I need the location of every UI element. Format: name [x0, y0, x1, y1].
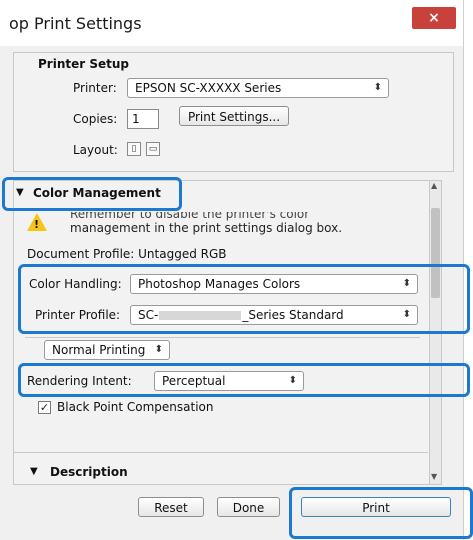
scroll-down-icon[interactable]: ▼: [431, 472, 437, 481]
window-title: op Print Settings: [9, 14, 142, 33]
black-point-compensation-label[interactable]: Black Point Compensation: [57, 400, 214, 414]
rendering-intent-highlight: [18, 363, 470, 397]
warning-mark: !: [34, 218, 40, 231]
printer-select-value: EPSON SC-XXXXX Series: [135, 81, 282, 95]
divider: [14, 452, 428, 453]
done-button[interactable]: Done: [217, 497, 280, 517]
printer-label: Printer:: [73, 81, 117, 95]
divider: [25, 337, 420, 338]
close-button[interactable]: ×: [412, 7, 456, 29]
scroll-up-icon[interactable]: ▲: [431, 181, 437, 190]
updown-arrows-icon: ⬍: [154, 344, 163, 355]
warning-line-2: management in the print settings dialog …: [70, 221, 343, 235]
landscape-layout-icon[interactable]: ▭: [146, 142, 160, 156]
printing-mode-select[interactable]: Normal Printing ⬍: [44, 340, 170, 360]
layout-label: Layout:: [73, 143, 118, 157]
close-icon: ×: [428, 10, 440, 26]
triangle-down-icon[interactable]: ▼: [30, 466, 38, 477]
printer-select[interactable]: EPSON SC-XXXXX Series ⬍: [127, 78, 389, 98]
reset-button[interactable]: Reset: [138, 497, 204, 517]
description-heading[interactable]: Description: [50, 465, 128, 479]
color-handling-highlight: [18, 264, 470, 334]
portrait-layout-icon[interactable]: ▯: [127, 142, 141, 156]
print-settings-button[interactable]: Print Settings...: [179, 106, 289, 126]
copies-label: Copies:: [73, 112, 118, 126]
checkbox-checked-icon[interactable]: ✓: [38, 401, 51, 414]
updown-arrows-icon: ⬍: [373, 82, 382, 93]
print-button-highlight: [289, 487, 473, 539]
color-management-highlight: [2, 177, 182, 211]
printing-mode-value: Normal Printing: [52, 343, 146, 357]
print-settings-window: op Print Settings × Printer Setup Printe…: [0, 0, 473, 540]
copies-field[interactable]: 1: [127, 109, 159, 129]
title-bar[interactable]: op Print Settings ×: [0, 0, 463, 46]
printer-setup-heading: Printer Setup: [38, 57, 129, 71]
document-profile: Document Profile: Untagged RGB: [27, 247, 227, 261]
